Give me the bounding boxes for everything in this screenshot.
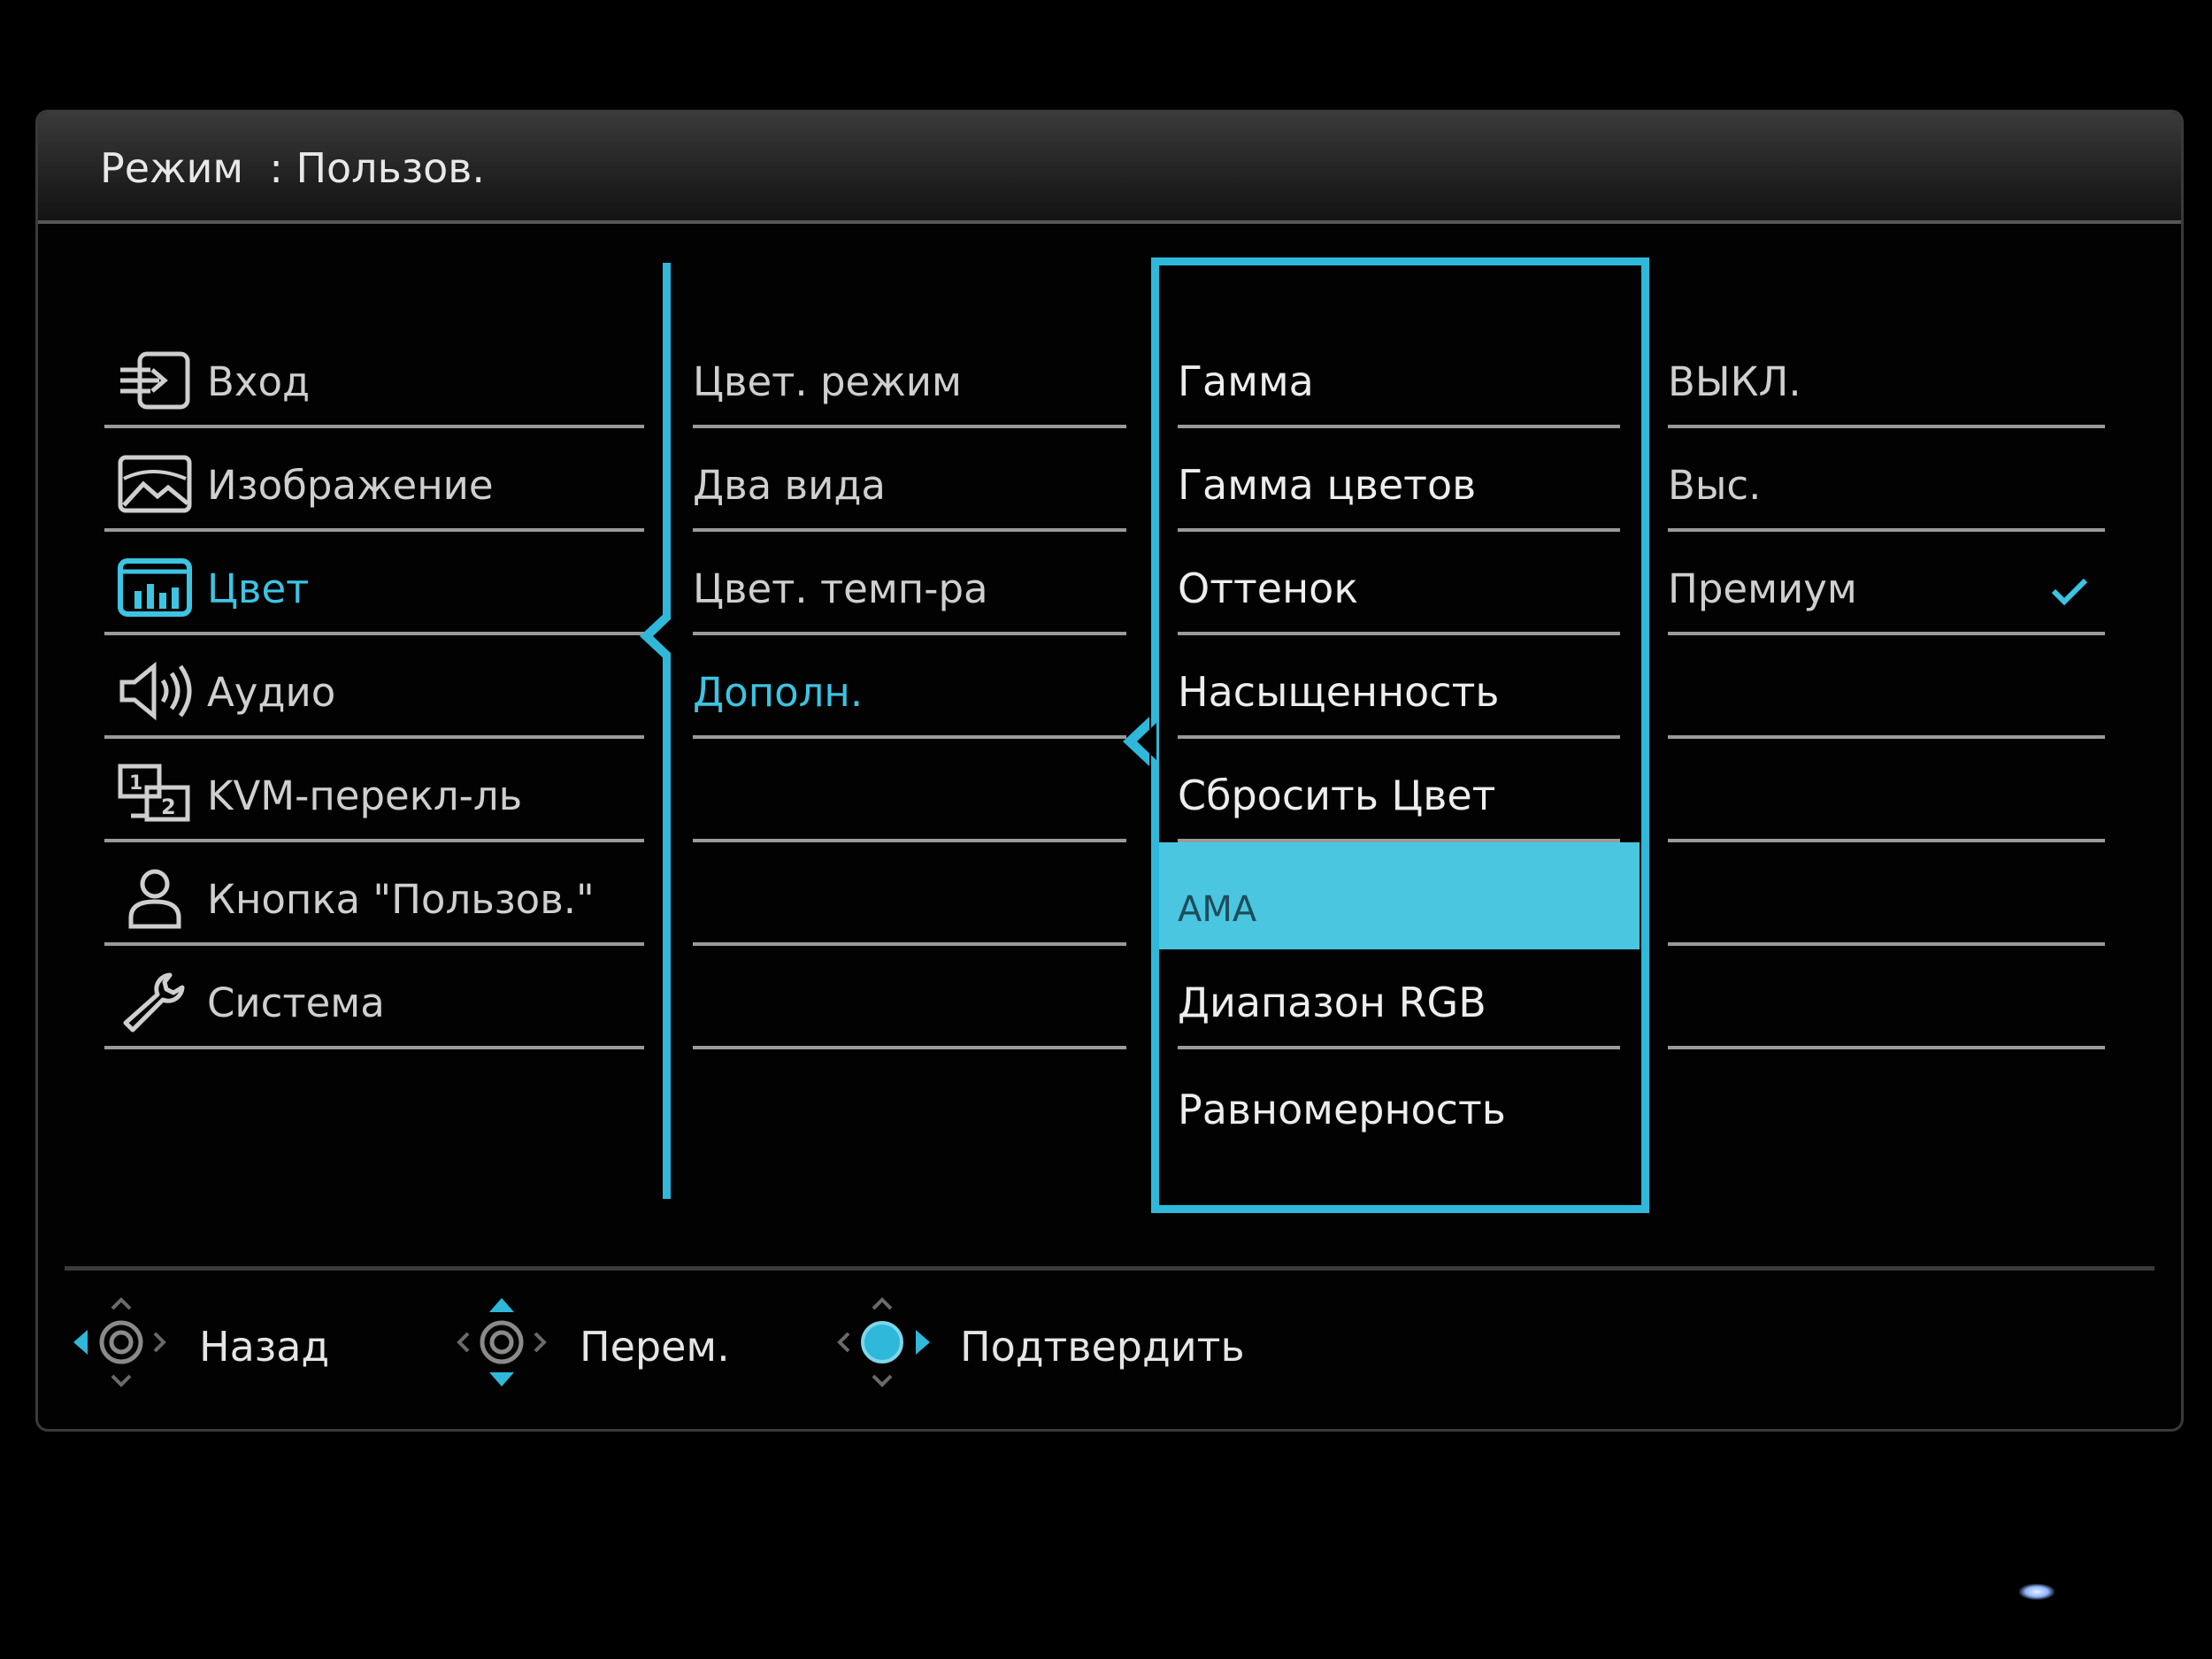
main-menu-item-picture[interactable]: Изображение [104, 428, 644, 532]
main-menu-item-audio[interactable]: Аудио [104, 635, 644, 739]
advanced-item-hue[interactable]: Оттенок [1178, 532, 1620, 635]
options-empty-row [1668, 946, 2105, 1049]
advanced-item-ama[interactable]: AMA [1159, 842, 1640, 949]
submenu-item-color-mode[interactable]: Цвет. режим [693, 325, 1126, 428]
input-icon [117, 349, 193, 412]
advanced-item-gamma[interactable]: Гамма [1178, 325, 1620, 428]
option-high[interactable]: Выс. [1668, 428, 2105, 532]
options-empty-row [1668, 842, 2105, 946]
advanced-item-saturation[interactable]: Насыщенность [1178, 635, 1620, 739]
options-empty-row [1668, 739, 2105, 842]
submenu-empty-row [693, 739, 1126, 842]
option-premium[interactable]: Премиум [1668, 532, 2105, 635]
svg-text:2: 2 [161, 795, 176, 819]
advanced-item-color-gamut[interactable]: Гамма цветов [1178, 428, 1620, 532]
submenu-empty-row [693, 946, 1126, 1049]
main-menu-item-kvm[interactable]: 21 KVM-перекл-ль [104, 739, 644, 842]
main-menu-item-user-key[interactable]: Кнопка "Пользов." [104, 842, 644, 946]
column-divider [663, 263, 671, 1199]
user-icon [117, 866, 193, 930]
picture-icon [117, 452, 193, 516]
submenu-empty-row [693, 842, 1126, 946]
advanced-item-reset-color[interactable]: Сбросить Цвет [1178, 739, 1620, 842]
main-menu-item-system[interactable]: Система [104, 946, 644, 1049]
main-menu-item-color[interactable]: Цвет [104, 532, 644, 635]
power-led [2019, 1584, 2055, 1600]
main-menu-item-input[interactable]: Вход [104, 325, 644, 428]
svg-text:1: 1 [129, 772, 142, 795]
footer-divider [65, 1266, 2154, 1271]
kvm-icon: 21 [117, 763, 193, 826]
advanced-item-rgb-range[interactable]: Диапазон RGB [1178, 949, 1620, 1049]
submenu-item-dual-view[interactable]: Два вида [693, 428, 1126, 532]
speaker-icon [117, 659, 193, 723]
submenu-item-color-temp[interactable]: Цвет. темп-ра [693, 532, 1126, 635]
options-empty-row [1668, 635, 2105, 739]
osd-menu: Режим : Пользов. Вход Изображение Цвет А… [35, 110, 2184, 1432]
mode-indicator: Режим : Пользов. [100, 144, 486, 192]
joystick-press-icon [837, 1297, 930, 1387]
osd-header: Режим : Пользов. [38, 112, 2181, 224]
submenu-item-advanced[interactable]: Дополн. [693, 635, 1126, 739]
check-icon [2051, 578, 2088, 606]
advanced-item-uniformity[interactable]: Равномерность [1178, 1049, 1620, 1153]
option-off[interactable]: ВЫКЛ. [1668, 325, 2105, 428]
joystick-left-icon [73, 1297, 166, 1387]
color-icon [117, 556, 193, 619]
wrench-icon [117, 970, 193, 1033]
joystick-updown-icon [457, 1298, 547, 1386]
